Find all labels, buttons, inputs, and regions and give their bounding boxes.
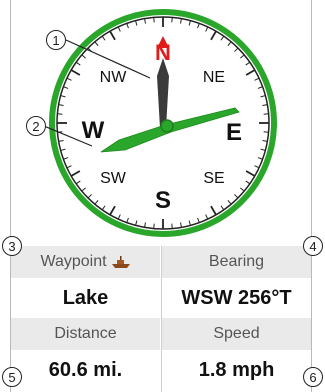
callout-leaders [43, 39, 151, 147]
callout-3: 3 [2, 236, 22, 256]
callout-4: 4 [303, 236, 323, 256]
callout-2: 2 [26, 116, 46, 136]
callout-5: 5 [2, 367, 22, 387]
callout-6: 6 [303, 367, 323, 387]
